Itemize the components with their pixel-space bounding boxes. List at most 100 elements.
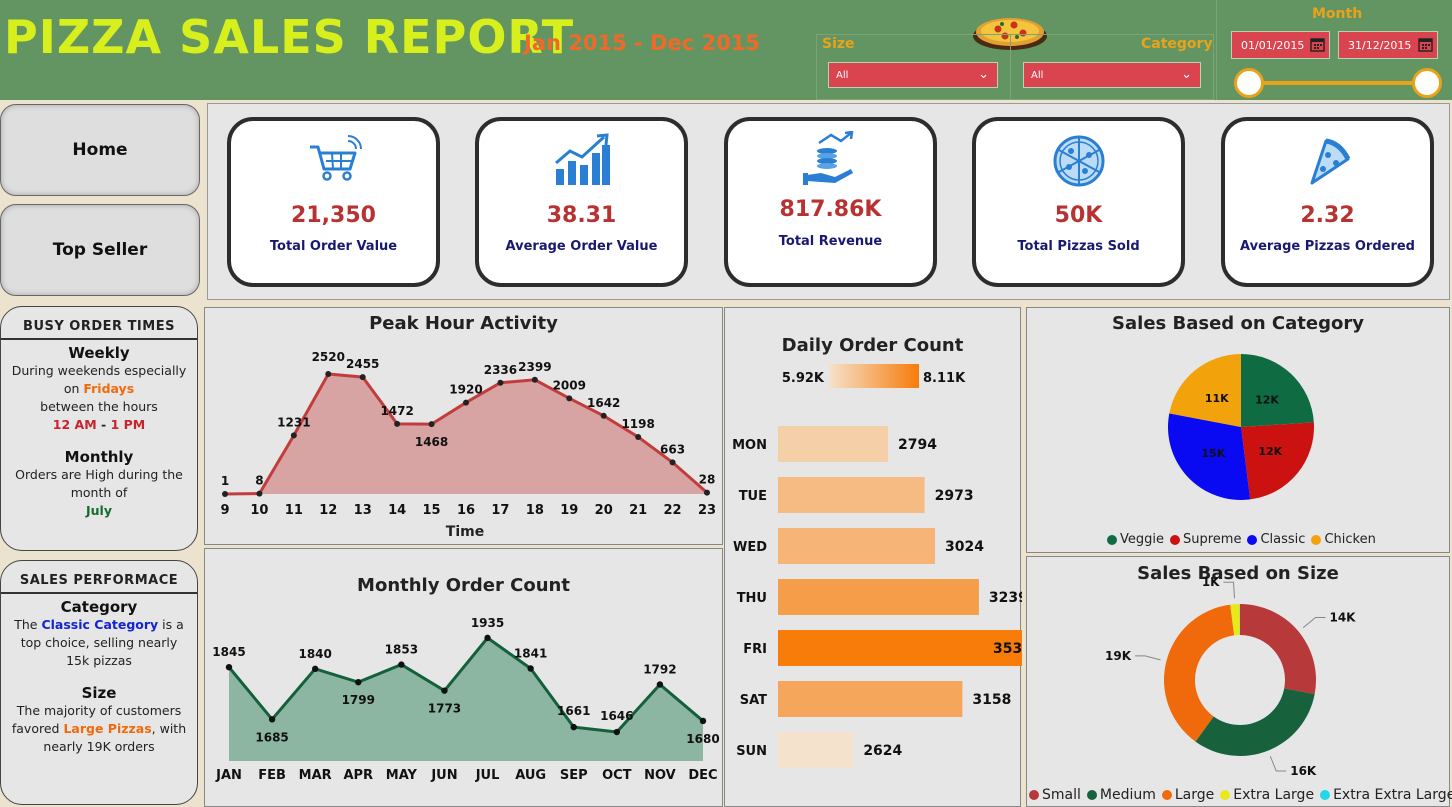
leader-line [1302, 616, 1326, 629]
chevron-down-icon: ⌄ [1181, 67, 1192, 82]
category-label: THU [737, 591, 767, 606]
weekly-line-1: During weekends especially [11, 363, 187, 378]
x-tick-label: SEP [560, 768, 588, 783]
x-tick-label: NOV [644, 768, 676, 783]
slider-end-handle[interactable] [1412, 68, 1442, 98]
data-label: 2973 [935, 488, 974, 504]
page-subtitle: Jan 2015 - Dec 2015 [524, 31, 760, 55]
monthly-heading: Monthly [64, 448, 134, 466]
data-label: 1773 [428, 702, 461, 716]
legend-swatch [1107, 534, 1117, 545]
legend-swatch [1247, 534, 1258, 545]
legend-item[interactable]: Extra Large [1220, 787, 1314, 803]
kpi-card-total-revenue: 817.86K Total Revenue [724, 117, 937, 287]
data-label: 2520 [312, 350, 345, 364]
data-point [531, 376, 538, 383]
slice-label: 19K [1105, 649, 1132, 663]
calendar-icon[interactable] [1310, 37, 1325, 52]
top-seller-button[interactable]: Top Seller [0, 204, 200, 296]
data-label: 28 [699, 473, 716, 487]
data-label: 1231 [277, 415, 310, 429]
legend-item[interactable]: Medium [1086, 787, 1156, 803]
data-point [355, 678, 362, 686]
busy-order-times-title: BUSY ORDER TIMES [1, 307, 197, 340]
bar [778, 579, 979, 615]
data-point [669, 459, 676, 466]
slice-label: 12K [1258, 445, 1282, 458]
donut-slice [1164, 604, 1235, 742]
data-point [600, 412, 607, 419]
monthly-order-panel: Monthly Order Count 1845 JAN 1685 FEB 1840 MA… [204, 548, 723, 807]
data-label: 1920 [449, 383, 482, 397]
category-label: SAT [740, 693, 767, 708]
legend-item[interactable]: Large [1161, 787, 1215, 803]
kpi-value: 2.32 [1300, 203, 1355, 228]
legend-label: Veggie [1120, 532, 1164, 547]
category-dropdown[interactable]: All ⌄ [1023, 62, 1201, 88]
data-label: 1680 [686, 732, 719, 746]
data-label: 8 [255, 474, 263, 488]
legend-item[interactable]: Classic [1247, 532, 1305, 547]
legend-swatch [1320, 790, 1331, 800]
weekly-line-3: between the hours [40, 399, 158, 414]
legend-label: Large [1174, 787, 1215, 803]
kpi-label: Total Order Value [269, 239, 398, 254]
data-label: 1853 [385, 643, 418, 657]
leader-line [1269, 756, 1287, 772]
peak-hour-panel: Peak Hour Activity 1 9 8 10 1231 11 2520 12 2455… [204, 307, 723, 545]
legend-item[interactable]: Veggie [1107, 532, 1164, 547]
legend-item[interactable]: Supreme [1170, 532, 1241, 547]
filter-divider [1010, 34, 1011, 100]
x-tick-label: 18 [526, 503, 544, 518]
calendar-icon[interactable] [1418, 37, 1433, 52]
slice-label: 16K [1290, 764, 1317, 778]
kpi-label: Average Pizzas Ordered [1240, 239, 1415, 254]
daily-order-chart: 5.92K 8.11K MON 2794 TUE 2973 WED 3024 THU 3239 FR… [732, 364, 1022, 768]
data-label: 3538 [993, 641, 1022, 657]
date-to-input[interactable]: 31/12/2015 [1338, 31, 1438, 59]
monthly-highlight-month: July [86, 503, 112, 518]
donut-slice [1195, 688, 1315, 756]
data-point [256, 490, 263, 497]
category-label: TUE [739, 489, 767, 504]
category-highlight: Classic Category [41, 617, 159, 632]
legend-item[interactable]: Small [1029, 787, 1081, 803]
x-tick-label: JUN [430, 768, 457, 783]
date-from-input[interactable]: 01/01/2015 [1231, 31, 1330, 59]
cart-icon [309, 135, 362, 181]
legend-item[interactable]: Extra Extra Large [1320, 787, 1452, 803]
legend-label: Medium [1099, 787, 1156, 803]
data-point [635, 433, 642, 440]
size-highlight: Large Pizzas [63, 721, 152, 736]
size-dropdown[interactable]: All ⌄ [828, 62, 998, 88]
data-label: 2399 [518, 360, 551, 374]
date-range-slider[interactable] [1250, 81, 1428, 85]
legend-label: Chicken [1324, 532, 1376, 547]
date-from-value: 01/01/2015 [1241, 39, 1305, 52]
legend-label: Supreme [1183, 532, 1242, 547]
color-scale-bar [829, 364, 919, 388]
size-dropdown-value: All [836, 70, 849, 81]
daily-order-panel: Daily Order Count 5.92K 8.11K MON 2794 TUE 29… [724, 307, 1022, 807]
x-tick-label: 14 [388, 503, 406, 518]
size-heading: Size [81, 684, 117, 702]
x-tick-label: 23 [698, 503, 716, 518]
leader-line [1135, 655, 1161, 661]
x-tick-label: 10 [250, 503, 268, 518]
data-label: 1646 [600, 709, 633, 723]
legend-item[interactable]: Chicken [1311, 532, 1376, 547]
kpi-value: 38.31 [546, 203, 617, 228]
x-tick-label: MAR [299, 768, 332, 783]
data-label: 1799 [342, 693, 375, 707]
home-button[interactable]: Home [0, 104, 200, 196]
kpi-card-total-order-value: 21,350 Total Order Value [227, 117, 440, 287]
slider-start-handle[interactable] [1234, 68, 1264, 98]
month-filter-label: Month [1312, 6, 1363, 22]
top-seller-button-label: Top Seller [52, 240, 148, 260]
data-point [497, 379, 504, 386]
x-tick-label: 16 [457, 503, 475, 518]
data-label: 1935 [471, 616, 504, 630]
weekly-hours: 12 AM - 1 PM [1, 416, 197, 434]
home-button-label: Home [72, 140, 128, 160]
data-label: 1468 [415, 435, 448, 449]
